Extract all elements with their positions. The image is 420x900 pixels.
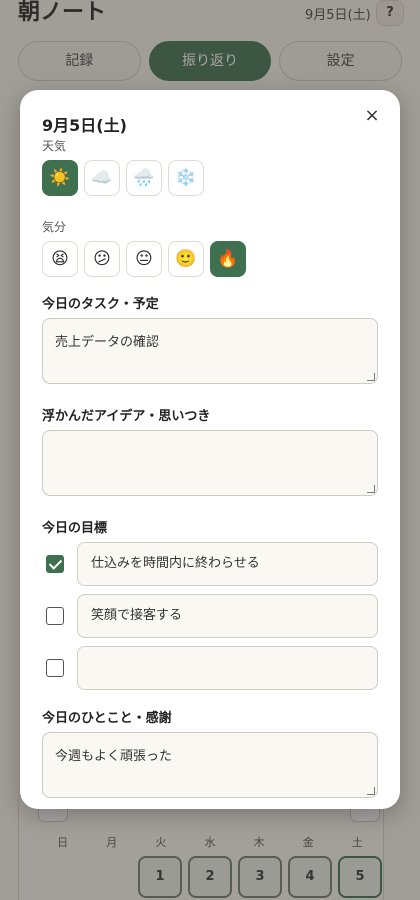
resize-grip-icon[interactable] — [367, 485, 375, 493]
cloud-icon[interactable]: ☁️ — [84, 160, 120, 196]
tasks-label: 今日のタスク・予定 — [42, 297, 159, 312]
gratitude-text: 今週もよく頑張った — [55, 749, 173, 764]
resize-grip-icon[interactable] — [367, 787, 375, 795]
close-icon[interactable]: × — [360, 106, 384, 126]
tasks-textarea[interactable]: 売上データの確認 — [42, 318, 378, 384]
gratitude-label: 今日のひとこと・感謝 — [42, 711, 172, 726]
neutral-face-icon[interactable]: 😐 — [126, 241, 162, 277]
ideas-label: 浮かんだアイデア・思いつき — [42, 409, 211, 424]
confused-face-icon[interactable]: 😕 — [84, 241, 120, 277]
sun-icon[interactable]: ☀️ — [42, 160, 78, 196]
resize-grip-icon[interactable] — [367, 373, 375, 381]
goal-checkbox[interactable] — [46, 659, 64, 677]
goals-label: 今日の目標 — [42, 521, 108, 536]
goal-row — [42, 646, 378, 690]
goal-input[interactable]: 笑顔で接客する — [77, 594, 378, 638]
day-detail-modal: 9月5日(土) × 天気 ☀️ ☁️ 🌧️ ❄️ 気分 😫 😕 😐 🙂 🔥 今日… — [20, 90, 400, 809]
goal-input[interactable]: 仕込みを時間内に終わらせる — [77, 542, 378, 586]
weather-label: 天気 — [42, 139, 67, 153]
tasks-text: 売上データの確認 — [55, 335, 160, 350]
goal-row: 仕込みを時間内に終わらせる — [42, 542, 378, 586]
mood-options: 😫 😕 😐 🙂 🔥 — [42, 241, 246, 277]
weather-options: ☀️ ☁️ 🌧️ ❄️ — [42, 160, 204, 196]
tired-face-icon[interactable]: 😫 — [42, 241, 78, 277]
goal-input[interactable] — [77, 646, 378, 690]
gratitude-textarea[interactable]: 今週もよく頑張った — [42, 732, 378, 798]
goal-checkbox[interactable] — [46, 607, 64, 625]
modal-title: 9月5日(土) — [42, 116, 127, 135]
rain-icon[interactable]: 🌧️ — [126, 160, 162, 196]
ideas-textarea[interactable] — [42, 430, 378, 496]
smile-face-icon[interactable]: 🙂 — [168, 241, 204, 277]
goal-row: 笑顔で接客する — [42, 594, 378, 638]
mood-label: 気分 — [42, 220, 67, 234]
fire-icon[interactable]: 🔥 — [210, 241, 246, 277]
goal-checkbox[interactable] — [46, 555, 64, 573]
snow-icon[interactable]: ❄️ — [168, 160, 204, 196]
